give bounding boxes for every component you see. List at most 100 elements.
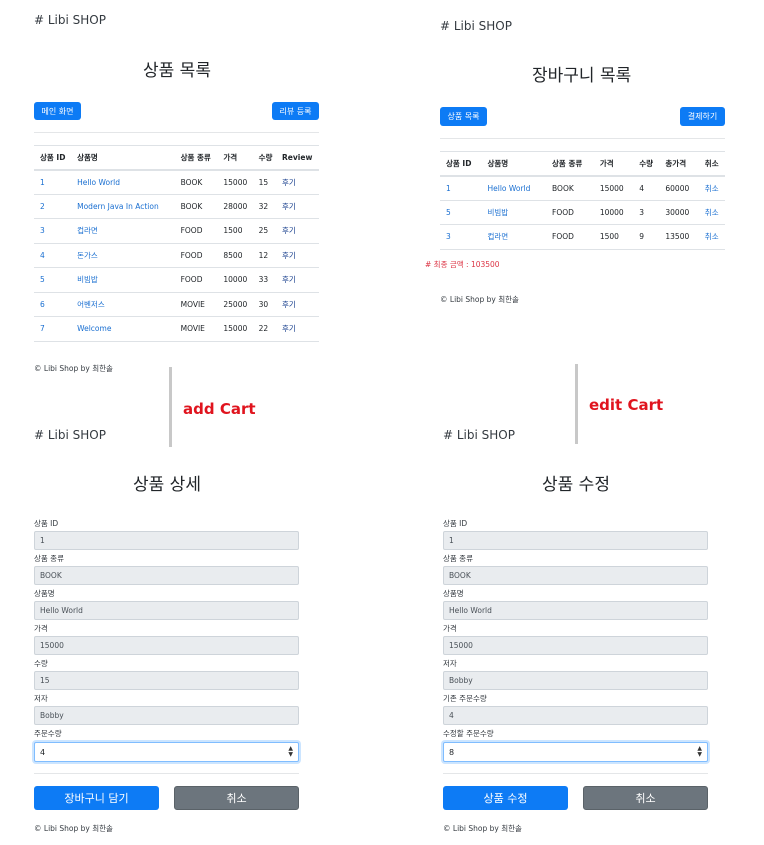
table-cell[interactable]: 취소 <box>698 175 725 201</box>
page-title: 장바구니 목록 <box>532 66 632 86</box>
footer-text: © Libi Shop by 최한솔 <box>440 295 519 304</box>
field-label: 저자 <box>443 659 457 668</box>
table-cell: 1500 <box>217 218 253 244</box>
readonly-field: Hello World <box>443 601 708 620</box>
table-cell[interactable]: 후기 <box>276 267 319 293</box>
add-cart-annotation: add Cart <box>183 400 256 418</box>
checkout-button[interactable]: 결제하기 <box>680 107 725 126</box>
table-row: 5 비빔밥 FOOD 10000 33 후기 <box>34 267 319 293</box>
field-label: 저자 <box>34 694 48 703</box>
page-title: 상품 목록 <box>143 61 211 81</box>
table-cell[interactable]: 후기 <box>276 218 319 244</box>
table-cell[interactable]: 돈가스 <box>71 243 175 268</box>
number-spinner[interactable]: ▲ ▼ <box>697 746 702 758</box>
table-cell: 10000 <box>593 200 634 225</box>
table-cell: 3 <box>633 200 660 225</box>
column-header: 총가격 <box>659 151 699 177</box>
table-cell[interactable]: Hello World <box>481 175 547 201</box>
product-edit-page: # Libi SHOP 상품 수정 상품 ID 1 상품 종류 BOOK 상품명 Hell… <box>410 420 764 845</box>
table-cell: MOVIE <box>174 316 218 342</box>
order-quantity-input[interactable]: 4 ▲ ▼ <box>34 742 299 762</box>
column-header: 상품 ID <box>440 151 482 177</box>
table-cell[interactable]: 후기 <box>276 316 319 342</box>
column-header: 가격 <box>593 151 634 177</box>
table-cell[interactable]: 취소 <box>698 200 725 225</box>
table-cell[interactable]: 후기 <box>276 194 319 219</box>
readonly-field: Bobby <box>34 706 299 725</box>
update-product-button[interactable]: 상품 수정 <box>443 786 568 810</box>
brand-logo[interactable]: # Libi SHOP <box>34 13 106 27</box>
readonly-field: 4 <box>443 706 708 725</box>
add-to-cart-button[interactable]: 장바구니 담기 <box>34 786 159 810</box>
column-header: 취소 <box>698 151 725 177</box>
brand-logo[interactable]: # Libi SHOP <box>443 428 515 442</box>
table-cell[interactable]: 비빔밥 <box>71 267 175 293</box>
table-cell: FOOD <box>546 224 594 250</box>
field-label: 가격 <box>443 624 457 633</box>
table-cell: 32 <box>252 194 277 219</box>
order-quantity-input[interactable]: 8 ▲ ▼ <box>443 742 708 762</box>
divider <box>34 773 299 774</box>
table-cell[interactable]: 4 <box>34 243 72 268</box>
table-cell: 30 <box>252 292 277 317</box>
table-cell[interactable]: 1 <box>34 169 72 195</box>
number-spinner[interactable]: ▲ ▼ <box>288 746 293 758</box>
table-cell: BOOK <box>546 175 594 201</box>
table-row: 5 비빔밥 FOOD 10000 3 30000 취소 <box>440 200 725 225</box>
cart-list-page: # Libi SHOP 장바구니 목록 상품 목록 결제하기 상품 ID 상품명 상… <box>420 0 764 320</box>
footer-text: © Libi Shop by 최한솔 <box>34 824 113 833</box>
table-cell: 22 <box>252 316 277 342</box>
edit-cart-annotation: edit Cart <box>589 396 664 414</box>
table-cell[interactable]: 어벤저스 <box>71 292 175 317</box>
cancel-button[interactable]: 취소 <box>174 786 299 810</box>
column-header: 상품 종류 <box>174 145 218 171</box>
table-cell: 12 <box>252 243 277 268</box>
brand-logo[interactable]: # Libi SHOP <box>34 428 106 442</box>
table-cell: 25000 <box>217 292 253 317</box>
table-cell[interactable]: 취소 <box>698 224 725 250</box>
table-cell[interactable]: 후기 <box>276 169 319 195</box>
table-cell[interactable]: Hello World <box>71 169 175 195</box>
column-header: 수량 <box>252 145 277 171</box>
table-header-row: 상품 ID 상품명 상품 종류 가격 수량 총가격 취소 <box>440 151 725 177</box>
table-cell[interactable]: 6 <box>34 292 72 317</box>
table-cell[interactable]: 비빔밥 <box>481 200 547 225</box>
table-row: 6 어벤저스 MOVIE 25000 30 후기 <box>34 292 319 317</box>
table-cell[interactable]: 2 <box>34 194 72 219</box>
table-cell[interactable]: 1 <box>440 175 482 201</box>
readonly-field: 15000 <box>34 636 299 655</box>
field-label: 기존 주문수량 <box>443 694 487 703</box>
table-cell[interactable]: 3 <box>440 224 482 250</box>
table-cell: 15000 <box>217 316 253 342</box>
field-label: 가격 <box>34 624 48 633</box>
table-cell[interactable]: 후기 <box>276 243 319 268</box>
divider <box>443 773 708 774</box>
table-cell: FOOD <box>174 267 218 293</box>
field-label: 상품명 <box>34 589 55 598</box>
table-cell[interactable]: Welcome <box>71 316 175 342</box>
cancel-button[interactable]: 취소 <box>583 786 708 810</box>
field-label: 상품 ID <box>443 519 468 528</box>
divider <box>34 132 319 133</box>
table-cell[interactable]: 컵라면 <box>71 218 175 244</box>
table-cell: FOOD <box>546 200 594 225</box>
main-page-button[interactable]: 메인 화면 <box>34 102 81 120</box>
table-cell[interactable]: 5 <box>440 200 482 225</box>
table-cell: 10000 <box>217 267 253 293</box>
table-cell: BOOK <box>174 169 218 195</box>
review-register-button[interactable]: 리뷰 등록 <box>272 102 319 120</box>
table-cell[interactable]: Modern Java In Action <box>71 194 175 219</box>
table-cell[interactable]: 후기 <box>276 292 319 317</box>
table-cell[interactable]: 5 <box>34 267 72 293</box>
brand-logo[interactable]: # Libi SHOP <box>440 19 512 33</box>
product-list-button[interactable]: 상품 목록 <box>440 107 487 126</box>
column-header: 가격 <box>217 145 253 171</box>
table-cell[interactable]: 컵라면 <box>481 224 547 250</box>
table-cell: FOOD <box>174 218 218 244</box>
table-cell[interactable]: 3 <box>34 218 72 244</box>
table-cell[interactable]: 7 <box>34 316 72 342</box>
readonly-field: 1 <box>443 531 708 550</box>
table-cell: 28000 <box>217 194 253 219</box>
cart-table: 상품 ID 상품명 상품 종류 가격 수량 총가격 취소 1 Hello World BOOK 1… <box>440 151 725 250</box>
table-cell: BOOK <box>174 194 218 219</box>
